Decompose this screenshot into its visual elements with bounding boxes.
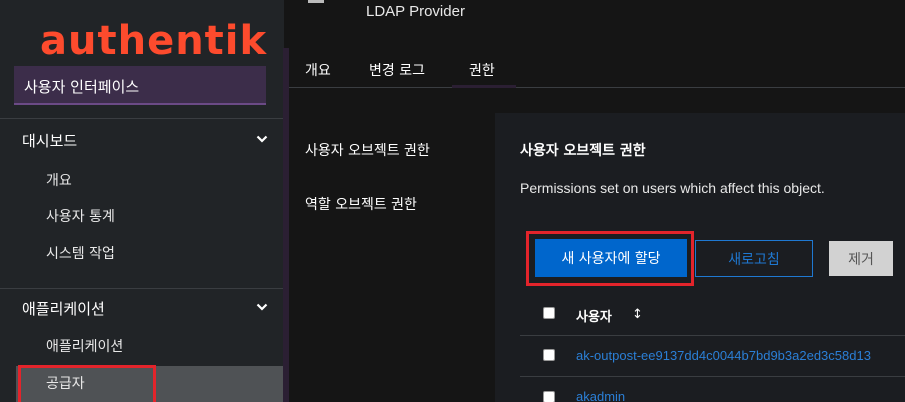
sidebar-item-label: 사용자 인터페이스 <box>24 78 140 96</box>
chevron-down-icon[interactable] <box>256 301 268 313</box>
table-row-user-link[interactable]: ak-outpost-ee9137dd4c0044b7bd9b3a2ed3c58… <box>576 348 871 363</box>
row-divider <box>520 376 905 377</box>
active-tab-indicator <box>452 85 516 88</box>
column-header-user[interactable]: 사용자 <box>576 306 612 325</box>
row-checkbox[interactable] <box>543 349 555 361</box>
page-subtitle: LDAP Provider <box>366 3 465 20</box>
secnav-user-object-permissions[interactable]: 사용자 오브젝트 권한 <box>305 140 430 160</box>
remove-button[interactable]: 제거 <box>829 241 893 276</box>
sidebar-group-dashboard[interactable]: 대시보드 <box>22 130 77 151</box>
sort-icon[interactable]: ↕ <box>632 307 643 322</box>
select-all-checkbox[interactable] <box>543 307 555 319</box>
sidebar-group-applications[interactable]: 애플리케이션 <box>22 298 105 319</box>
sidebar-divider <box>0 288 284 289</box>
sidebar-item-system-tasks[interactable]: 시스템 작업 <box>46 243 115 263</box>
secnav-role-object-permissions[interactable]: 역할 오브젝트 권한 <box>305 194 417 214</box>
tab-bar: 개요 변경 로그 권한 <box>289 48 905 88</box>
sidebar-divider <box>0 118 284 119</box>
chevron-down-icon[interactable] <box>256 133 268 145</box>
sidebar: authentik 사용자 인터페이스 대시보드 개요 사용자 통계 시스템 작… <box>0 0 284 402</box>
sidebar-item-applications[interactable]: 애플리케이션 <box>46 336 123 356</box>
sidebar-edge <box>283 48 289 402</box>
brand-logo[interactable]: authentik <box>40 0 284 64</box>
tab-permissions[interactable]: 권한 <box>469 60 495 80</box>
tab-overview[interactable]: 개요 <box>305 60 331 80</box>
refresh-button[interactable]: 새로고침 <box>695 240 813 277</box>
row-checkbox[interactable] <box>543 391 555 402</box>
highlight-box <box>18 365 156 402</box>
card-description: Permissions set on users which affect th… <box>520 180 825 196</box>
card-title: 사용자 오브젝트 권한 <box>520 143 646 159</box>
table-row-user-link[interactable]: akadmin <box>576 389 625 402</box>
brand-logo-text: authentik <box>40 18 268 64</box>
sidebar-item-user-stats[interactable]: 사용자 통계 <box>46 206 115 226</box>
highlight-box <box>526 231 694 286</box>
sidebar-item-overview[interactable]: 개요 <box>46 170 72 190</box>
tab-changelog[interactable]: 변경 로그 <box>369 60 425 80</box>
header-icon <box>308 0 324 3</box>
sidebar-item-user-interface[interactable]: 사용자 인터페이스 <box>14 66 266 105</box>
